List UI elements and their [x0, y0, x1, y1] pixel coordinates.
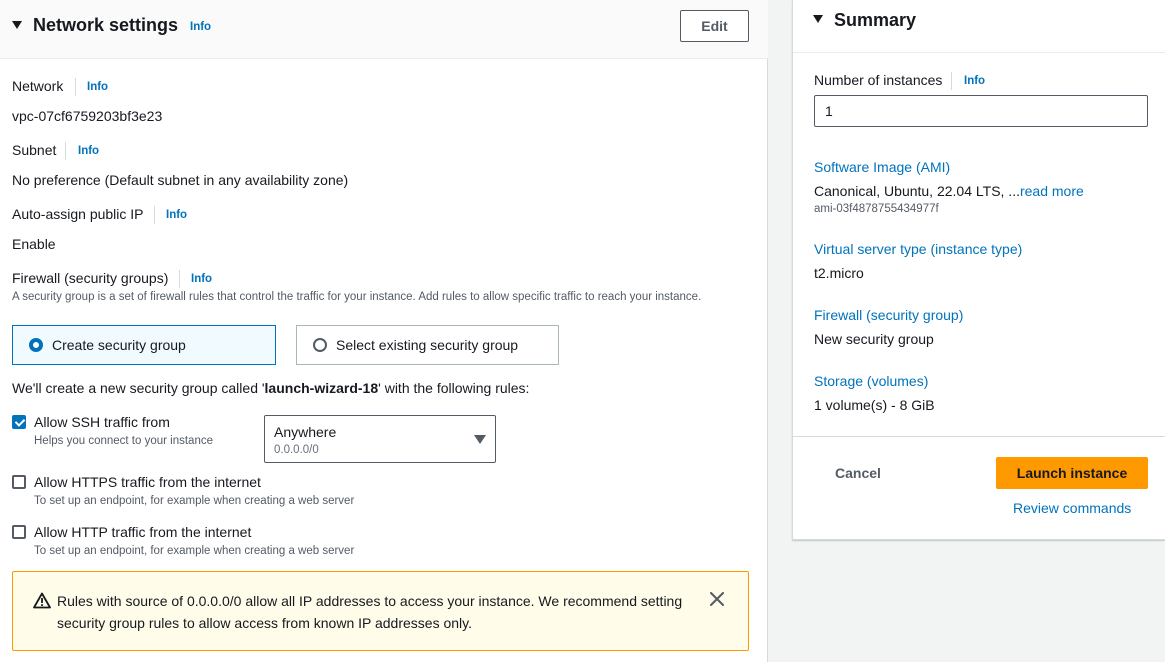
security-group-name: launch-wizard-18: [264, 380, 379, 396]
storage-value: 1 volume(s) - 8 GiB: [814, 397, 935, 413]
summary-header-divider: [793, 52, 1165, 53]
auto-assign-ip-label: Auto-assign public IP: [12, 206, 144, 222]
create-security-group-label: Create security group: [52, 337, 186, 353]
network-value: vpc-07cf6759203bf3e23: [12, 108, 163, 124]
network-settings-header: Network settings Info Edit: [0, 0, 768, 59]
warning-text: Rules with source of 0.0.0.0/0 allow all…: [57, 593, 683, 631]
summary-title[interactable]: Summary: [834, 10, 916, 31]
number-of-instances-label: Number of instances: [814, 72, 943, 88]
https-checkbox[interactable]: [12, 475, 26, 489]
caret-down-icon[interactable]: [12, 21, 22, 29]
auto-assign-ip-value: Enable: [12, 236, 56, 252]
select-existing-security-group-option[interactable]: Select existing security group: [296, 325, 559, 365]
radio-selected-icon[interactable]: [29, 338, 43, 352]
ssh-label: Allow SSH traffic from: [34, 414, 170, 430]
number-of-instances-info-link[interactable]: Info: [964, 75, 985, 87]
summary-actions-divider: [793, 436, 1165, 437]
separator: [179, 270, 180, 288]
radio-unselected-icon[interactable]: [313, 338, 327, 352]
separator: [75, 78, 76, 96]
select-existing-security-group-label: Select existing security group: [336, 337, 519, 353]
security-group-note-prefix: We'll create a new security group called…: [12, 380, 265, 396]
subnet-label: Subnet: [12, 142, 57, 158]
network-settings-info-link[interactable]: Info: [190, 21, 211, 33]
launch-instance-button[interactable]: Launch instance: [996, 457, 1148, 489]
subnet-value: No preference (Default subnet in any ava…: [12, 172, 349, 188]
close-icon[interactable]: [710, 592, 724, 606]
ssh-source-cidr: 0.0.0.0/0: [274, 444, 319, 456]
edit-button[interactable]: Edit: [680, 10, 749, 42]
ssh-description: Helps you connect to your instance: [34, 435, 213, 447]
firewall-label: Firewall (security groups): [12, 270, 169, 286]
ssh-source-select[interactable]: Anywhere 0.0.0.0/0: [264, 415, 496, 463]
http-checkbox[interactable]: [12, 525, 26, 539]
http-label: Allow HTTP traffic from the internet: [34, 524, 252, 540]
ami-id: ami-03f4878755434977f: [814, 203, 939, 215]
firewall-summary-link[interactable]: Firewall (security group): [814, 307, 963, 323]
firewall-description: A security group is a set of firewall ru…: [12, 291, 702, 303]
separator: [65, 142, 66, 160]
network-info-link[interactable]: Info: [87, 81, 108, 93]
review-commands-link[interactable]: Review commands: [1013, 500, 1131, 516]
create-security-group-option[interactable]: Create security group: [12, 325, 276, 365]
number-of-instances-input[interactable]: 1: [814, 95, 1148, 127]
ssh-checkbox[interactable]: [12, 415, 26, 429]
warning-alert: Rules with source of 0.0.0.0/0 allow all…: [12, 571, 749, 651]
caret-down-icon: [474, 435, 486, 444]
auto-assign-ip-info-link[interactable]: Info: [166, 209, 187, 221]
ssh-source-value: Anywhere: [274, 424, 337, 440]
subnet-info-link[interactable]: Info: [78, 145, 99, 157]
warning-triangle-icon: [33, 592, 51, 609]
software-image-value: Canonical, Ubuntu, 22.04 LTS, ...read mo…: [814, 183, 1084, 199]
cancel-button[interactable]: Cancel: [835, 465, 881, 481]
security-group-note: We'll create a new security group called…: [12, 380, 529, 396]
summary-panel: Summary Number of instances Info 1 Softw…: [792, 0, 1165, 540]
instance-type-value: t2.micro: [814, 265, 864, 281]
https-label: Allow HTTPS traffic from the internet: [34, 474, 261, 490]
network-settings-title[interactable]: Network settings: [33, 15, 178, 36]
caret-down-icon[interactable]: [813, 15, 823, 23]
firewall-summary-value: New security group: [814, 331, 934, 347]
read-more-link[interactable]: read more: [1020, 183, 1084, 199]
security-group-note-suffix: ' with the following rules:: [378, 380, 530, 396]
separator: [154, 206, 155, 224]
storage-link[interactable]: Storage (volumes): [814, 373, 928, 389]
instance-type-link[interactable]: Virtual server type (instance type): [814, 241, 1022, 257]
network-settings-panel: Network settings Info Edit Network Info …: [0, 0, 768, 662]
http-description: To set up an endpoint, for example when …: [34, 545, 355, 557]
software-image-text: Canonical, Ubuntu, 22.04 LTS, ...: [814, 183, 1020, 199]
separator: [951, 72, 952, 90]
software-image-link[interactable]: Software Image (AMI): [814, 159, 950, 175]
network-label: Network: [12, 78, 64, 94]
firewall-info-link[interactable]: Info: [191, 273, 212, 285]
https-description: To set up an endpoint, for example when …: [34, 495, 355, 507]
